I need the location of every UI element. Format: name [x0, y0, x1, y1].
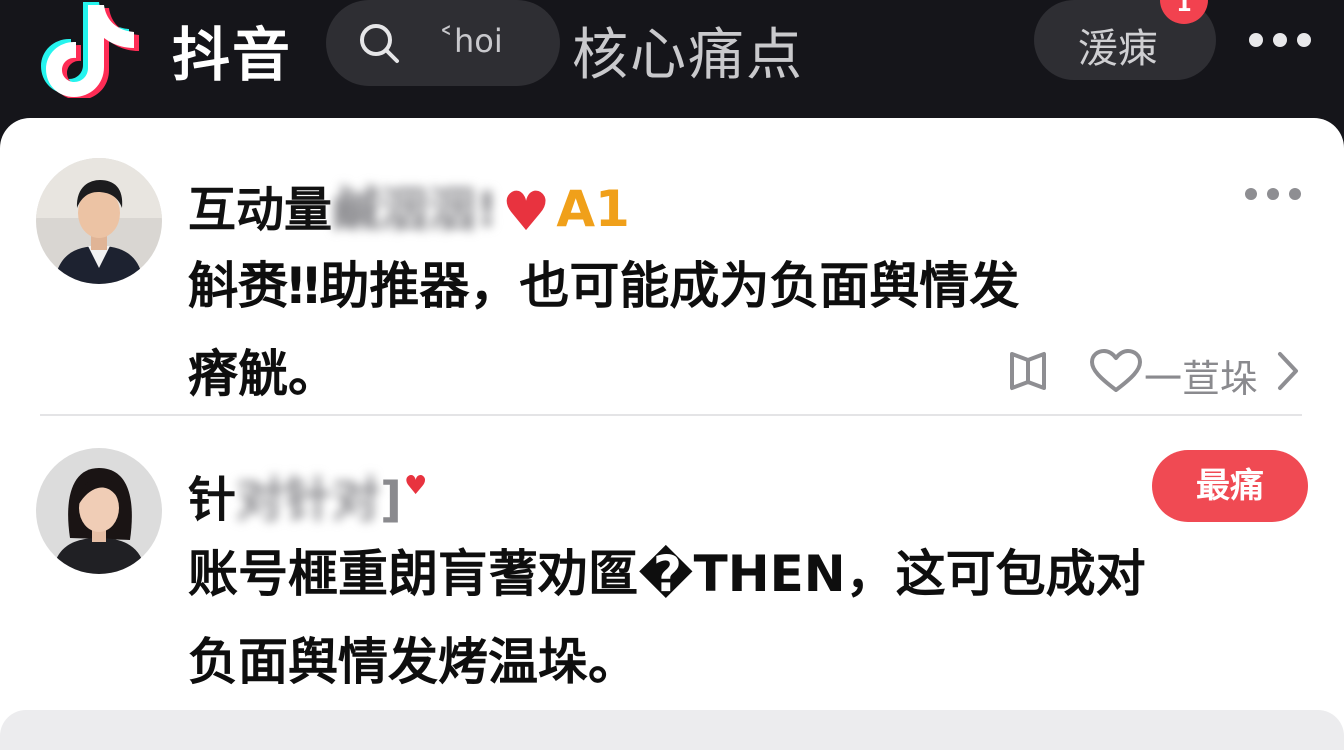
search-icon — [360, 24, 399, 63]
post1-author-blurred: 鹹洇洇! — [332, 182, 498, 238]
post1-author-prefix: 互动量 — [188, 182, 333, 238]
post1-body-line2: 瘠觥。 — [188, 345, 338, 403]
comment-card: 互动量鹹洇洇!♥ A1 斛赉‼助推器，也可能成为负面舆情发 瘠觥。 一荁垛 针对… — [0, 118, 1344, 750]
post1-body-line1: 斛赉‼助推器，也可能成为负面舆情发 — [188, 257, 1020, 315]
post2-author-suffix: ] — [380, 472, 402, 528]
bookmark-icon[interactable] — [1006, 348, 1056, 394]
douyin-logo-icon[interactable] — [30, 2, 154, 98]
post1-body: 斛赉‼助推器，也可能成为负面舆情发 瘠觥。 — [188, 242, 1019, 418]
post2-badge[interactable]: 最痛 — [1152, 450, 1308, 522]
avatar-female[interactable] — [36, 448, 162, 574]
post2-author-blurred: 对针对 — [236, 472, 381, 528]
top-bar: 抖音 ˂hoi 核心痛点 湲㾊 1 — [0, 0, 1344, 118]
more-icon[interactable] — [1248, 22, 1312, 58]
like-icon[interactable] — [1088, 348, 1144, 394]
search-text: ˂hoi — [438, 22, 503, 60]
header-action-label: 湲㾊 — [1078, 26, 1158, 72]
post1-action-label[interactable]: 一荁垛 — [1144, 348, 1258, 403]
post1-author[interactable]: 互动量鹹洇洇!♥ A1 — [188, 170, 630, 243]
post-divider — [40, 414, 1302, 416]
post2-body-line2: 负面舆情发烤温垛。 — [188, 633, 638, 691]
avatar-male-image — [36, 158, 162, 284]
avatar-female-image — [36, 448, 162, 574]
search-bar[interactable]: ˂hoi — [326, 0, 560, 86]
post2-author-prefix: 针 — [188, 472, 237, 528]
post1-tag: A1 — [556, 180, 630, 238]
next-card-edge — [0, 710, 1344, 750]
page-title: 核心痛点 — [572, 23, 804, 88]
avatar-male[interactable] — [36, 158, 162, 284]
post2-author[interactable]: 针对针对]♥ — [188, 460, 427, 530]
heart-icon: ♥ — [501, 180, 551, 243]
post-more-icon[interactable] — [1244, 184, 1302, 204]
post2-body: 账号榧重朗肓蓍劝匫�THEN，这可包成对 负面舆情发烤温垛。 — [188, 530, 1146, 706]
notification-count: 1 — [1176, 0, 1192, 17]
chevron-right-icon[interactable] — [1274, 350, 1302, 392]
post2-body-line1: 账号榧重朗肓蓍劝匫�THEN，这可包成对 — [188, 545, 1146, 603]
small-heart-icon: ♥ — [403, 471, 428, 501]
app-name: 抖音 — [172, 21, 293, 89]
